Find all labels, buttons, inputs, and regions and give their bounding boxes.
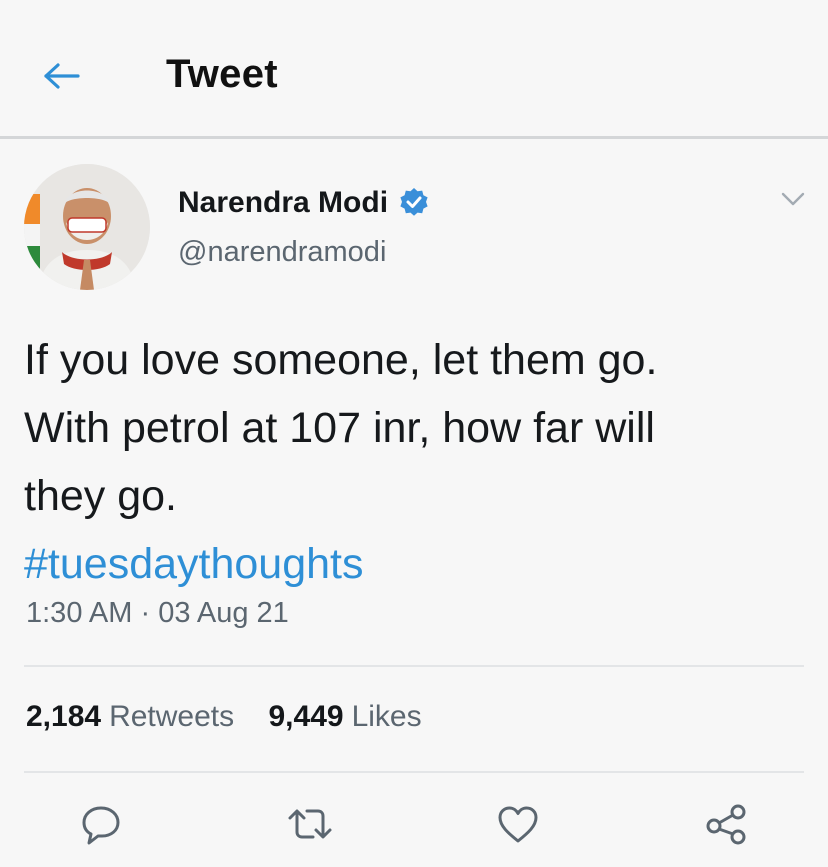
- divider: [24, 771, 804, 773]
- speech-bubble-icon: [82, 806, 120, 845]
- share-nodes-icon: [706, 804, 746, 845]
- likes-stat[interactable]: 9,449 Likes: [268, 700, 421, 734]
- share-button[interactable]: [703, 800, 751, 848]
- retweet-button[interactable]: [286, 800, 334, 848]
- heart-icon: [498, 806, 538, 843]
- retweets-count: 2,184: [26, 700, 102, 733]
- author-display-name: Narendra Modi: [178, 186, 389, 219]
- tweet-menu-button[interactable]: [776, 184, 810, 214]
- author-handle[interactable]: @narendramodi: [178, 236, 386, 269]
- retweets-stat[interactable]: 2,184 Retweets: [26, 700, 234, 734]
- hashtag-link[interactable]: #tuesdaythoughts: [24, 540, 364, 588]
- retweet-arrows-icon: [288, 809, 332, 839]
- tweet-time: 1:30 AM: [26, 597, 133, 629]
- tweet-date: 03 Aug 21: [158, 597, 289, 629]
- retweets-label: Retweets: [109, 700, 235, 733]
- tweet-text: If you love someone, let them go. With p…: [24, 336, 658, 520]
- likes-count: 9,449: [268, 700, 344, 733]
- top-app-bar: Tweet: [0, 0, 828, 139]
- like-button[interactable]: [494, 800, 542, 848]
- tweet-timestamp: 1:30 AM · 03 Aug 21: [26, 597, 289, 630]
- arrow-left-icon: [44, 63, 80, 89]
- page-title: Tweet: [166, 52, 278, 96]
- divider: [24, 665, 804, 667]
- avatar[interactable]: [24, 164, 150, 290]
- profile-photo: [24, 164, 150, 290]
- verified-badge-icon: [398, 187, 430, 219]
- likes-label: Likes: [351, 700, 422, 733]
- reply-button[interactable]: [77, 800, 125, 848]
- author-name-row[interactable]: Narendra Modi: [178, 186, 430, 220]
- tweet-stats: 2,184 Retweets 9,449 Likes: [26, 700, 448, 734]
- tweet-body: If you love someone, let them go. With p…: [24, 326, 814, 598]
- chevron-down-icon: [781, 192, 805, 206]
- timestamp-separator: ·: [132, 597, 159, 629]
- back-button[interactable]: [40, 54, 84, 98]
